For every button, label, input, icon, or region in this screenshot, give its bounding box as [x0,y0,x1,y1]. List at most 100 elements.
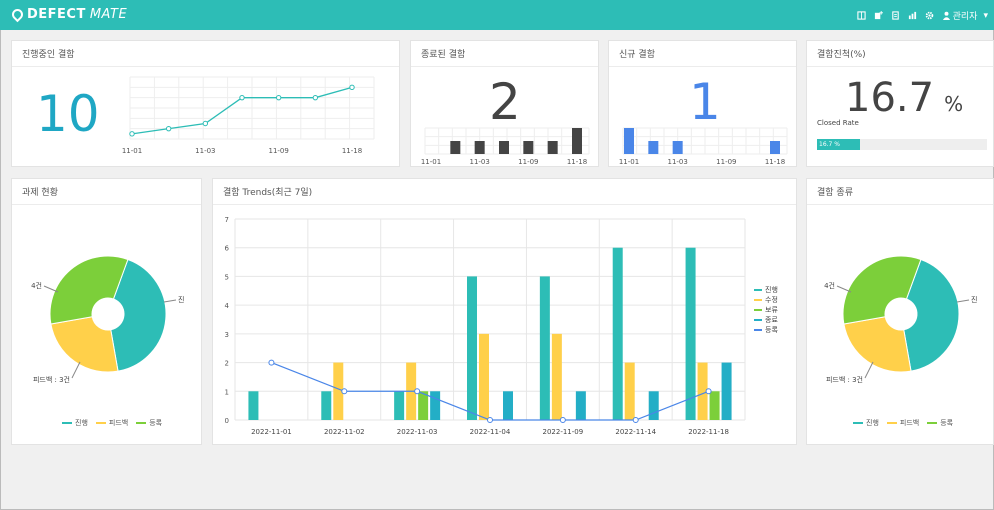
bar-진행 [685,247,696,420]
bar-진행 [539,276,550,420]
sparkline-point [349,84,355,91]
gear-icon[interactable] [925,11,934,20]
legend-swatch [754,329,762,331]
document-icon[interactable] [891,11,900,20]
card-defect-types: 결함 종류 4건 피드백 : 3건 진 진행 피드백 등록 [806,178,994,445]
chevron-down-icon: ▾ [983,10,988,21]
pie-slice [843,316,912,373]
sparkline-tick-label: 11-03 [195,147,215,155]
add-list-icon[interactable] [874,11,883,20]
closed-rate-progress: 16.7 % [817,139,987,150]
legend-label: 피드백 [108,419,129,427]
sparkline-point [129,131,135,137]
pie-label-bottom: 피드백 : 3건 [826,375,863,384]
pie-label-right: 진 [178,295,184,304]
sparkline-point [239,94,245,101]
bar-수정 [479,333,489,420]
card-defect-trends: 결함 Trends(최근 7일) 0 1 2 3 4 5 6 7 2022-11-01 2022-… [212,178,797,445]
x-tick-label: 2022-11-03 [397,428,438,436]
x-tick-label: 2022-11-01 [251,428,292,436]
bar-진행 [467,276,477,420]
card-title: 과제 현황 [22,188,58,198]
bar-종료 [575,391,586,420]
logo-text-defect: DEFECT [27,7,86,22]
sparkline-bar [572,128,582,154]
closed-rate-caption: Closed Rate [817,119,859,127]
bar-수정 [624,362,635,420]
x-tick-label: 2022-11-02 [324,428,365,436]
x-tick-label: 2022-11-09 [543,428,584,436]
task-status-legend: 진행 피드백 등록 [62,418,162,428]
bar-보류 [709,391,720,420]
legend-swatch [62,422,72,424]
card-in-progress: 진행중인 결함 10 11-01 11-03 11-09 11-18 [11,40,400,167]
bar-종료 [648,391,659,420]
card-title: 종료된 결함 [421,50,466,60]
new-bar-sparkline: 11-01 11-03 11-09 11-18 [619,127,788,166]
y-tick-label: 0 [225,417,229,425]
closed-bar-sparkline: 11-01 11-03 11-09 11-18 [421,127,590,166]
bar-진행 [612,247,623,420]
rate-number: 16.7 [845,75,935,121]
new-count: 1 [689,73,721,131]
user-menu[interactable]: 관리자 ▾ [942,9,988,22]
sparkline-tick-label: 11-01 [421,158,441,166]
sparkline-bar [450,141,461,154]
legend-label: 보류 [765,306,778,314]
legend-item[interactable]: 피드백 [886,418,919,428]
legend-swatch [853,422,863,424]
line-point [341,388,348,395]
bar-진행 [248,391,259,420]
legend-swatch [754,289,762,291]
sparkline-bar [672,141,683,154]
x-tick-label: 2022-11-18 [688,428,729,436]
bar-종료 [721,362,732,420]
y-tick-label: 2 [225,360,229,368]
legend-label: 진행 [75,419,88,427]
card-title: 결함진척(%) [817,50,866,60]
sparkline-tick-label: 11-01 [619,158,639,166]
sparkline-point [202,120,209,127]
logo[interactable]: DEFECT MATE [9,6,128,23]
legend-swatch [886,422,897,424]
line-point [487,417,493,423]
line-point [705,388,712,395]
sparkline-bar [624,128,634,154]
toolbar: 관리자 ▾ [856,9,988,22]
sparkline-tick-label: 11-18 [342,147,362,155]
sparkline-bar [648,141,659,154]
legend-label: 등록 [149,419,163,427]
chart-icon[interactable] [908,11,917,20]
sparkline-tick-label: 11-09 [518,158,538,166]
card-title: 신규 결함 [619,50,655,60]
card-new: 신규 결함 1 11-01 11-03 11-09 11-18 [608,40,797,167]
legend-item[interactable]: 진행 [62,418,88,428]
in-progress-sparkline: 11-01 11-03 11-09 11-18 [122,76,375,155]
y-tick-label: 7 [225,216,229,224]
y-tick-label: 6 [225,245,230,253]
logo-text-mate: MATE [89,7,128,22]
rate-unit: % [944,92,964,116]
legend-item[interactable]: 등록 [927,418,953,428]
card-title: 결함 Trends(최근 7일) [223,188,313,198]
sparkline-bar [499,141,509,154]
sparkline-tick-label: 11-09 [268,147,288,155]
label-leader [864,361,874,379]
y-tick-label: 1 [225,388,229,396]
bar-진행 [394,391,405,420]
progress-fill: 16.7 % [817,139,860,150]
logo-pin-icon [9,6,26,23]
legend-label: 수정 [765,295,778,304]
sparkline-tick-label: 11-01 [122,147,142,155]
legend-item[interactable]: 등록 [136,418,162,428]
sparkline-point [275,94,282,101]
line-point [559,417,566,423]
legend-item[interactable]: 진행 [853,418,879,428]
card-title: 결함 종류 [817,188,853,198]
bar-종료 [503,391,513,420]
sparkline-tick-label: 11-18 [567,158,587,166]
pie-slice [50,316,119,373]
card-closed-rate: 결함진척(%) 16.7% Closed Rate 16.7 % [806,40,994,167]
legend-item[interactable]: 피드백 [95,418,129,428]
book-icon[interactable] [856,11,866,20]
